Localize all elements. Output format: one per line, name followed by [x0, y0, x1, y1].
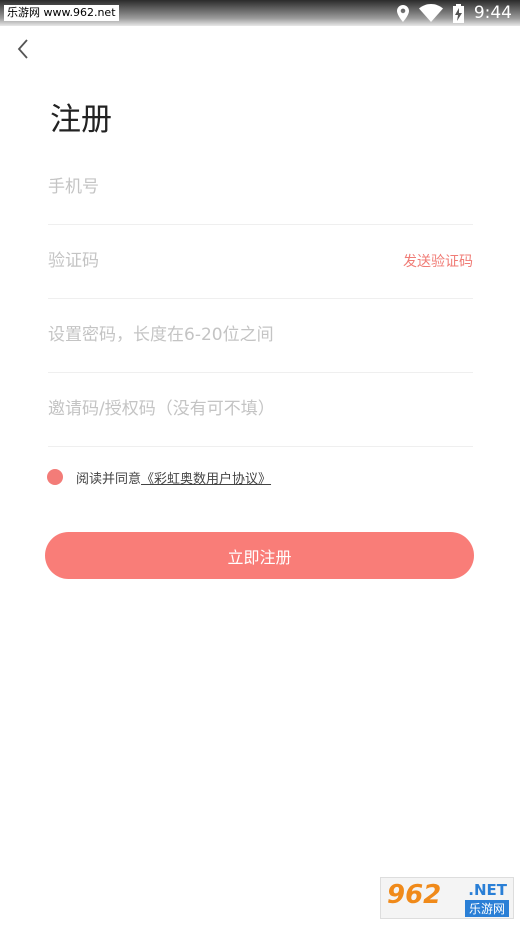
agree-radio[interactable] — [47, 469, 63, 485]
site-watermark: 乐游网 www.962.net — [4, 5, 119, 21]
wifi-icon — [418, 4, 443, 22]
password-field-row — [48, 298, 473, 373]
send-code-button[interactable]: 发送验证码 — [403, 224, 473, 298]
password-input[interactable] — [48, 298, 378, 372]
watermark-net: .NET — [468, 881, 507, 899]
invite-code-input[interactable] — [48, 372, 378, 446]
page-title: 注册 — [50, 102, 112, 138]
register-button[interactable]: 立即注册 — [45, 532, 474, 579]
user-agreement-link[interactable]: 《彩虹奥数用户协议》 — [141, 468, 271, 487]
clock: 9:44 — [473, 3, 512, 23]
back-button[interactable] — [12, 36, 34, 62]
phone-field-row — [48, 150, 473, 225]
phone-input[interactable] — [48, 150, 378, 224]
chevron-left-icon — [17, 39, 28, 59]
location-icon — [396, 4, 409, 22]
watermark-cn: 乐游网 — [464, 900, 509, 917]
watermark-number: 962 — [387, 880, 442, 910]
status-icons: 9:44 — [396, 3, 512, 23]
invite-field-row — [48, 372, 473, 447]
code-field-row: 发送验证码 — [48, 224, 473, 299]
agreement-prefix: 阅读并同意 — [76, 471, 142, 487]
verification-code-input[interactable] — [48, 224, 378, 298]
status-bar: 乐游网 www.962.net 9:44 — [0, 0, 520, 26]
corner-watermark: 962 .NET 乐游网 — [380, 877, 514, 919]
agreement-row: 阅读并同意 《彩虹奥数用户协议》 — [47, 466, 271, 488]
battery-charging-icon — [452, 3, 464, 23]
